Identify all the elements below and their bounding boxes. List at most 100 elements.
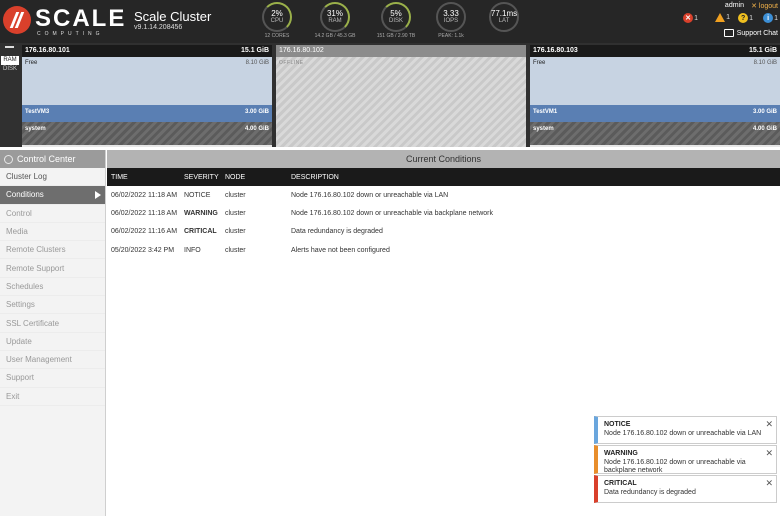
row-severity: CRITICAL — [184, 228, 217, 236]
free-segment: Free 8.10 GiB — [22, 57, 272, 105]
column-header-severity[interactable]: SEVERITY — [180, 168, 221, 186]
logout-link[interactable]: ✕ logout — [751, 2, 778, 10]
cluster-name: Scale Cluster — [134, 9, 212, 24]
disk-sub: 151 GB / 2.90 TB — [376, 33, 416, 39]
logout-label: logout — [758, 3, 778, 10]
table-row[interactable]: 05/20/2022 3:42 PM INFO cluster Alerts h… — [107, 241, 780, 259]
system-segment: system 4.00 GiB — [530, 122, 780, 145]
sidebar-item-cluster-log[interactable]: Cluster Log — [0, 168, 105, 187]
iops-gauge-ring: 3.33 IOPS — [436, 2, 466, 32]
row-severity: INFO — [184, 246, 201, 254]
row-node: cluster — [225, 191, 246, 199]
vm-label: TestVM3 — [25, 109, 50, 115]
toast-title: WARNING — [604, 450, 638, 457]
node-card-102[interactable]: 176.16.80.102 OFFLINE — [276, 45, 526, 147]
vm-segment[interactable]: TestVM3 3.00 GiB — [22, 105, 272, 122]
free-value: 8.10 GiB — [245, 60, 269, 66]
toast-body: Data redundancy is degraded — [604, 489, 696, 496]
row-severity: NOTICE — [184, 191, 211, 199]
sidebar: Control Center Cluster Log Conditions Co… — [0, 150, 106, 516]
sidebar-item-ssl-certificate[interactable]: SSL Certificate — [0, 314, 105, 333]
notice-toast[interactable]: NOTICE Node 176.16.80.102 down or unreac… — [594, 416, 777, 444]
collapse-icon[interactable] — [5, 46, 14, 48]
sidebar-item-remote-support[interactable]: Remote Support — [0, 259, 105, 278]
node-header: 176.16.80.101 15.1 GiB — [22, 45, 272, 57]
info-alerts-button[interactable]: i 1 — [763, 13, 778, 23]
cpu-gauge[interactable]: 2% CPU 12 CORES — [254, 2, 300, 39]
close-icon[interactable]: ✕ — [765, 419, 773, 430]
ram-gauge-ring: 31% RAM — [320, 2, 350, 32]
scale-logo[interactable]: SCALE COMPUTING — [3, 4, 124, 38]
latency-gauge[interactable]: 77.1ms LAT — [481, 2, 527, 32]
row-severity: WARNING — [184, 209, 218, 217]
toast-title: CRITICAL — [604, 480, 637, 487]
latency-label: LAT — [498, 18, 510, 24]
ram-sub: 14.2 GB / 45.3 GB — [314, 33, 356, 39]
sidebar-item-remote-clusters[interactable]: Remote Clusters — [0, 241, 105, 260]
sidebar-item-media[interactable]: Media — [0, 223, 105, 242]
sidebar-item-schedules[interactable]: Schedules — [0, 278, 105, 297]
logo-subtitle: COMPUTING — [37, 31, 104, 37]
sidebar-item-control[interactable]: Control — [0, 205, 105, 223]
node-card-101[interactable]: 176.16.80.101 15.1 GiB Free 8.10 GiB Tes… — [22, 45, 272, 147]
row-description: Alerts have not been configured — [291, 246, 390, 254]
iops-gauge[interactable]: 3.33 IOPS PEAK: 1.1k — [428, 2, 474, 39]
close-icon[interactable]: ✕ — [765, 448, 773, 459]
latency-value: 77.1ms — [490, 9, 518, 18]
logo-wordmark: SCALE — [35, 5, 127, 32]
table-row[interactable]: 06/02/2022 11:16 AM CRITICAL cluster Dat… — [107, 223, 780, 241]
free-segment: Free 8.10 GiB — [530, 57, 780, 105]
table-row[interactable]: 06/02/2022 11:18 AM WARNING cluster Node… — [107, 204, 780, 222]
sidebar-item-exit[interactable]: Exit — [0, 388, 105, 406]
free-value: 8.10 GiB — [753, 60, 777, 66]
close-icon[interactable]: ✕ — [765, 478, 773, 489]
node-card-103[interactable]: 176.16.80.103 15.1 GiB Free 8.10 GiB Tes… — [530, 45, 780, 147]
sidebar-item-conditions[interactable]: Conditions — [0, 186, 105, 205]
disk-gauge[interactable]: 5% DISK 151 GB / 2.90 TB — [373, 2, 419, 39]
row-time: 05/20/2022 3:42 PM — [111, 246, 175, 254]
sidebar-item-settings[interactable]: Settings — [0, 296, 105, 315]
row-description: Node 176.16.80.102 down or unreachable v… — [291, 191, 449, 199]
warning-toast[interactable]: WARNING Node 176.16.80.102 down or unrea… — [594, 445, 777, 474]
node-header: 176.16.80.102 — [276, 45, 526, 57]
sidebar-item-support[interactable]: Support — [0, 369, 105, 388]
offline-label: OFFLINE — [279, 60, 304, 66]
chat-icon — [723, 29, 734, 37]
node-ip: 176.16.80.103 — [533, 47, 578, 54]
critical-toast[interactable]: CRITICAL Data redundancy is degraded ✕ — [594, 475, 777, 503]
conditions-table: TIME SEVERITY NODE DESCRIPTION 06/02/202… — [107, 168, 780, 259]
support-chat-button[interactable]: Support Chat — [723, 29, 778, 37]
toast-body: Node 176.16.80.102 down or unreachable v… — [604, 459, 746, 474]
vm-segment[interactable]: TestVM1 3.00 GiB — [530, 105, 780, 122]
iops-sub: PEAK: 1.1k — [438, 33, 464, 39]
logo-mark-icon — [3, 6, 31, 34]
warning-alerts-button[interactable]: 1 — [715, 13, 730, 22]
table-row[interactable]: 06/02/2022 11:18 AM NOTICE cluster Node … — [107, 186, 780, 204]
disk-value: 5% — [390, 9, 402, 18]
notice-alert-icon: ? — [738, 13, 749, 23]
row-time: 06/02/2022 11:18 AM — [111, 209, 178, 217]
critical-alert-count: 1 — [694, 14, 698, 22]
cpu-label: CPU — [270, 18, 284, 24]
column-header-node[interactable]: NODE — [221, 168, 287, 186]
system-label: system — [533, 126, 554, 132]
free-label: Free — [533, 60, 546, 66]
iops-value: 3.33 — [443, 9, 459, 18]
column-header-description[interactable]: DESCRIPTION — [287, 168, 780, 186]
system-value: 4.00 GiB — [752, 126, 777, 132]
disk-toggle[interactable]: DISK — [1, 65, 19, 74]
critical-alerts-button[interactable]: ✕ 1 — [683, 13, 698, 23]
cpu-sub: 12 CORES — [264, 33, 290, 39]
iops-label: IOPS — [443, 18, 459, 24]
ram-toggle[interactable]: RAM — [1, 56, 19, 65]
ram-gauge[interactable]: 31% RAM 14.2 GB / 45.3 GB — [312, 2, 358, 39]
sidebar-item-update[interactable]: Update — [0, 333, 105, 351]
vm-value: 3.00 GiB — [752, 109, 777, 115]
sidebar-item-user-management[interactable]: User Management — [0, 351, 105, 370]
notice-alerts-button[interactable]: ? 1 — [738, 13, 753, 23]
column-header-time[interactable]: TIME — [107, 168, 180, 186]
row-description: Data redundancy is degraded — [291, 228, 383, 236]
vm-label: TestVM1 — [533, 109, 558, 115]
system-value: 4.00 GiB — [244, 126, 269, 132]
node-header: 176.16.80.103 15.1 GiB — [530, 45, 780, 57]
